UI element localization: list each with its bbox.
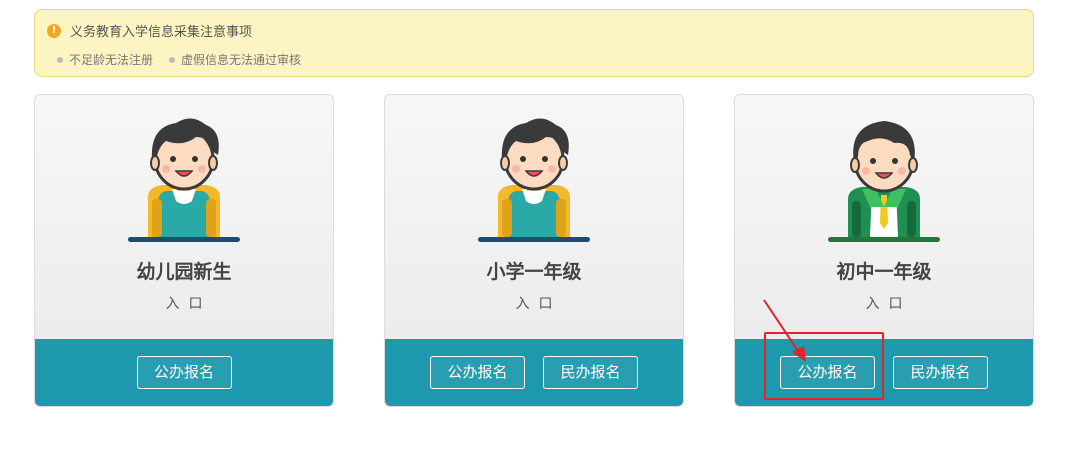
card-junior-high-grade-1: 初中一年级 入口 公办报名 民办报名 <box>734 94 1034 407</box>
card-actions: 公办报名 民办报名 <box>735 339 1033 406</box>
private-enroll-button[interactable]: 民办报名 <box>893 356 988 389</box>
notice-item-text: 虚假信息无法通过审核 <box>181 53 302 67</box>
card-title: 幼儿园新生 <box>136 261 232 283</box>
notice-header: ! 义务教育入学信息采集注意事项 <box>47 21 252 40</box>
public-enroll-button[interactable]: 公办报名 <box>430 356 525 389</box>
public-enroll-button[interactable]: 公办报名 <box>780 356 875 389</box>
notice-banner: ! 义务教育入学信息采集注意事项 不足龄无法注册 虚假信息无法通过审核 <box>34 9 1034 77</box>
card-subtitle: 入口 <box>865 296 912 312</box>
private-enroll-button[interactable]: 民办报名 <box>543 356 638 389</box>
card-subtitle: 入口 <box>165 296 212 312</box>
boy-with-backpack-avatar <box>478 118 590 242</box>
notice-item-text: 不足龄无法注册 <box>69 53 154 67</box>
bullet-dot-icon <box>57 56 63 63</box>
boy-in-uniform-avatar <box>828 121 940 242</box>
card-title: 初中一年级 <box>836 261 932 283</box>
public-enroll-button[interactable]: 公办报名 <box>136 356 232 389</box>
info-icon: ! <box>47 23 61 38</box>
notice-title: 义务教育入学信息采集注意事项 <box>70 25 253 40</box>
bullet-dot-icon <box>169 56 176 63</box>
notice-item: 虚假信息无法通过审核 <box>169 51 301 68</box>
card-actions: 公办报名 <box>35 339 333 406</box>
notice-list: 不足龄无法注册 虚假信息无法通过审核 <box>57 51 317 68</box>
card-subtitle: 入口 <box>515 296 562 312</box>
card-actions: 公办报名 民办报名 <box>385 339 683 406</box>
card-kindergarten: 幼儿园新生 入口 公办报名 <box>34 94 334 407</box>
card-title: 小学一年级 <box>486 261 582 283</box>
card-primary-grade-1: 小学一年级 入口 公办报名 民办报名 <box>384 94 684 407</box>
notice-item: 不足龄无法注册 <box>57 51 153 68</box>
boy-with-backpack-avatar <box>128 118 240 242</box>
